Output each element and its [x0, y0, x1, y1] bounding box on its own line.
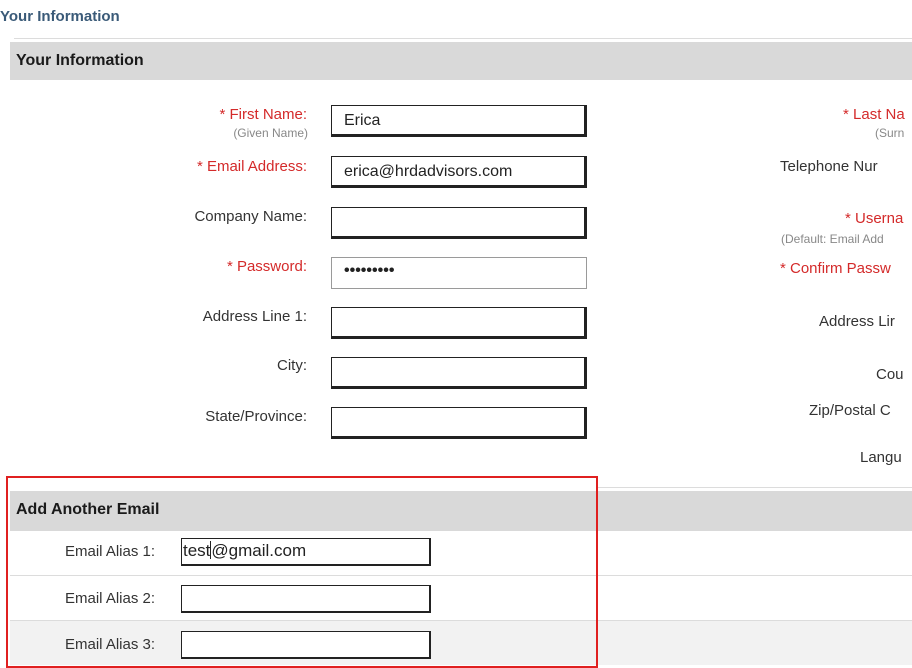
alias-1-value-end: @gmail.com — [211, 541, 307, 560]
first-name-field[interactable]: Erica — [331, 105, 587, 137]
email-field[interactable]: erica@hrdadvisors.com — [331, 156, 587, 188]
username-sublabel: (Default: Email Add — [781, 232, 884, 246]
state-field[interactable] — [331, 407, 587, 439]
alias-1-label: Email Alias 1: — [65, 543, 156, 560]
divider — [598, 487, 912, 488]
address1-label: Address Line 1: — [202, 308, 307, 325]
city-label: City: — [277, 357, 307, 374]
username-label: * Userna — [845, 210, 904, 227]
address2-label: Address Lir — [819, 313, 895, 330]
state-label: State/Province: — [205, 408, 307, 425]
alias-1-field[interactable]: test@gmail.com — [181, 538, 431, 566]
last-name-sublabel: (Surn — [875, 126, 905, 140]
divider — [14, 38, 912, 39]
section-header: Your Information — [10, 42, 912, 80]
address1-field[interactable] — [331, 307, 587, 339]
section-header-label: Your Information — [16, 52, 144, 69]
alias-2-field[interactable] — [181, 585, 431, 613]
language-label: Langu — [860, 449, 902, 466]
alias-section-header: Add Another Email — [10, 491, 912, 531]
alias-1-value-start: test — [183, 541, 211, 560]
country-label: Cou — [876, 366, 904, 383]
alias-section-header-label: Add Another Email — [16, 501, 160, 518]
password-label: * Password: — [226, 258, 307, 275]
first-name-label: * First Name: — [219, 106, 307, 123]
alias-2-label: Email Alias 2: — [65, 590, 156, 607]
password-field[interactable]: ••••••••• — [331, 257, 587, 289]
alias-3-field[interactable] — [181, 631, 431, 659]
alias-3-label: Email Alias 3: — [65, 636, 156, 653]
first-name-sublabel: (Given Name) — [233, 126, 308, 140]
company-field[interactable] — [331, 207, 587, 239]
company-label: Company Name: — [194, 208, 307, 225]
email-label: * Email Address: — [196, 158, 307, 175]
telephone-label: Telephone Nur — [780, 158, 878, 175]
zip-label: Zip/Postal C — [809, 402, 891, 419]
city-field[interactable] — [331, 357, 587, 389]
confirm-password-label: * Confirm Passw — [780, 260, 891, 277]
last-name-label: * Last Na — [843, 106, 905, 123]
page-title: Your Information — [0, 8, 120, 25]
